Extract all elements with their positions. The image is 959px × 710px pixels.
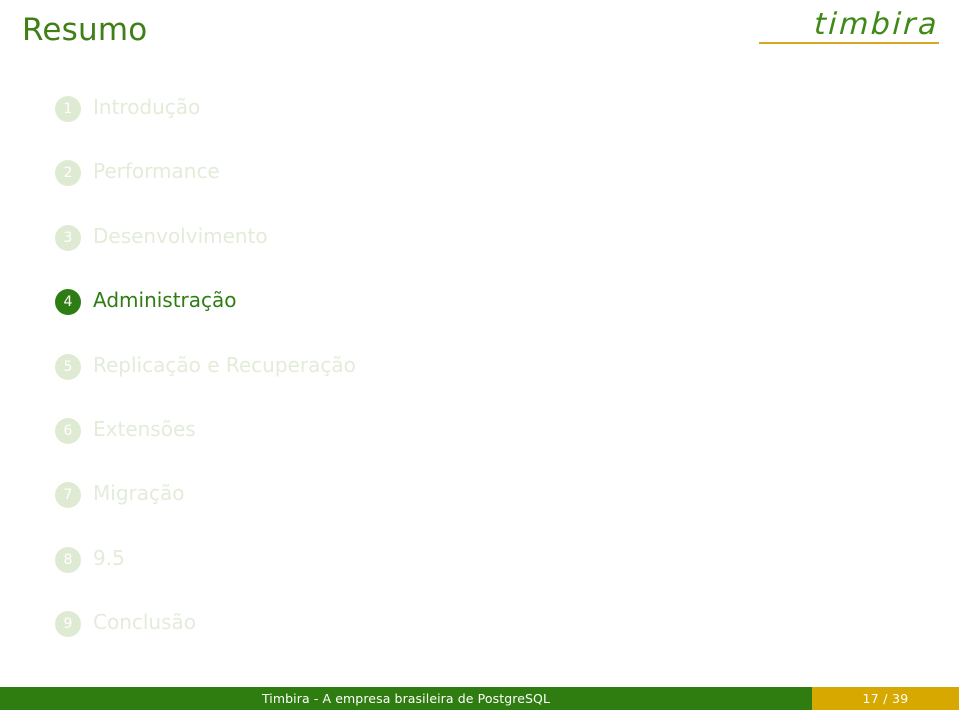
toc-item-4[interactable]: 4 Administração: [0, 285, 959, 349]
toc-item-8[interactable]: 8 9.5: [0, 543, 959, 607]
toc-item-label: Replicação e Recuperação: [93, 352, 356, 377]
footer-institution: Timbira - A empresa brasileira de Postgr…: [0, 687, 812, 710]
presentation-slide: Resumo timbira 1 Introdução 2 Performance 3 D…: [0, 0, 959, 710]
toc-item-5[interactable]: 5 Replicação e Recuperação: [0, 350, 959, 414]
toc-item-label: Introdução: [93, 95, 201, 119]
toc-item-7[interactable]: 7 Migração: [0, 478, 959, 542]
toc-number-badge: 8: [55, 546, 81, 573]
toc-number-badge: 5: [55, 353, 81, 380]
toc-item-6[interactable]: 6 Extensões: [0, 414, 959, 478]
logo-wordmark: timbira: [813, 7, 940, 42]
toc-number-badge: 9: [55, 611, 81, 638]
footer-page-indicator: 17 / 39: [812, 687, 959, 710]
toc-item-label: Desenvolvimento: [93, 223, 268, 248]
toc-item-label: 9.5: [93, 545, 125, 570]
slide-footer: Timbira - A empresa brasileira de Postgr…: [0, 687, 959, 710]
logo-underline: [759, 42, 939, 44]
toc-number-badge: 2: [55, 160, 81, 187]
toc-item-label: Conclusão: [93, 610, 197, 635]
toc-item-label: Extensões: [93, 416, 196, 441]
toc-item-9[interactable]: 9 Conclusão: [0, 607, 959, 671]
toc-number-badge: 3: [55, 224, 81, 251]
toc-item-label: Administração: [93, 288, 237, 313]
toc-number-badge: 6: [55, 417, 81, 444]
toc-item-label: Migração: [93, 481, 185, 506]
toc-number-badge: 7: [55, 482, 81, 509]
page-title: Resumo: [22, 12, 148, 48]
toc-number-badge: 4: [55, 289, 81, 316]
timbira-logo: timbira: [759, 7, 940, 44]
footer-institution-label: Timbira - A empresa brasileira de Postgr…: [261, 691, 551, 706]
toc-item-1[interactable]: 1 Introdução: [0, 92, 959, 156]
footer-page-label: 17 / 39: [862, 691, 909, 706]
toc-number-badge: 1: [55, 96, 81, 122]
table-of-contents: 1 Introdução 2 Performance 3 Desenvolvimento 4…: [0, 92, 959, 672]
toc-item-label: Performance: [93, 159, 220, 184]
toc-item-2[interactable]: 2 Performance: [0, 156, 959, 220]
slide-header: Resumo timbira: [0, 0, 959, 62]
toc-item-3[interactable]: 3 Desenvolvimento: [0, 221, 959, 285]
